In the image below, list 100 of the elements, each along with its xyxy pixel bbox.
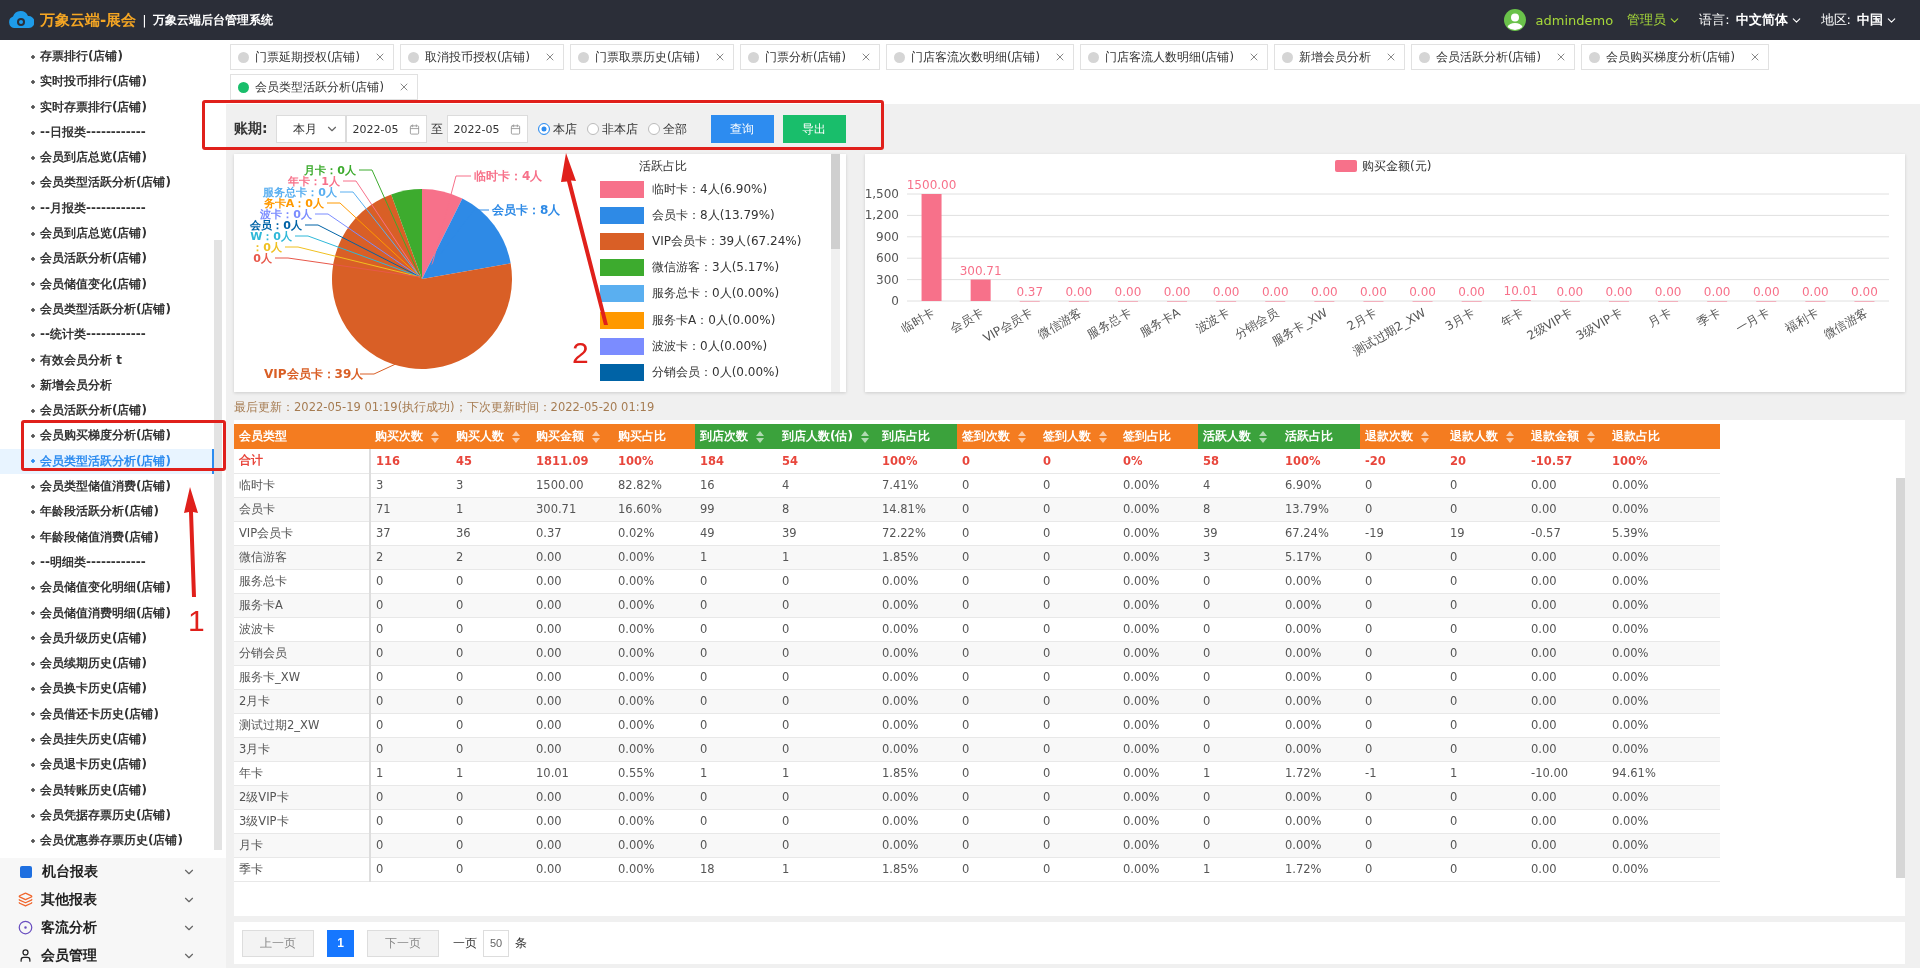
- page-tab[interactable]: 新增会员分析: [1273, 44, 1405, 70]
- legend-label[interactable]: VIP会员卡：39人(67.24%): [652, 232, 802, 250]
- table-cell: 0: [957, 785, 1038, 809]
- sort-icon[interactable]: [756, 430, 764, 443]
- page-tab[interactable]: 门票分析(店铺): [739, 44, 880, 70]
- sort-icon[interactable]: [1506, 430, 1514, 443]
- bar-value-label: 0.00: [1703, 285, 1731, 299]
- date-field[interactable]: 2022-05: [345, 115, 427, 143]
- scrollbar[interactable]: [214, 240, 222, 850]
- table-cell: 1: [451, 497, 531, 521]
- legend-label[interactable]: 服务总卡：0人(0.00%): [652, 285, 780, 303]
- table-cell: 0: [1038, 617, 1118, 641]
- tab-label[interactable]: 门票分析(店铺): [764, 49, 846, 65]
- table-cell: 1: [1198, 761, 1280, 785]
- sort-icon[interactable]: [512, 430, 520, 443]
- scrollbar[interactable]: [831, 154, 840, 392]
- slice-label: 会员：0人: [250, 219, 302, 232]
- table-cell: 0.00%: [1280, 641, 1360, 665]
- table-cell: 0: [451, 785, 531, 809]
- page-tab[interactable]: 门店客流次数明细(店铺): [885, 44, 1074, 70]
- table-cell: 0: [957, 641, 1038, 665]
- page-tab[interactable]: 会员类型活跃分析(店铺): [230, 74, 418, 100]
- sort-icon[interactable]: [431, 430, 439, 443]
- sort-icon[interactable]: [1099, 430, 1107, 443]
- tab-label[interactable]: 门店客流人数明细(店铺): [1104, 49, 1234, 65]
- table-cell: 8: [777, 497, 877, 521]
- sidebar-group[interactable]: 客流分析: [0, 913, 226, 942]
- sidebar-group[interactable]: 其他报表: [0, 885, 226, 914]
- table-cell: 0.00%: [613, 617, 695, 641]
- per-page-field[interactable]: 50: [483, 929, 509, 957]
- scope-radio[interactable]: 非本店: [586, 120, 638, 138]
- slice-label: 波卡：0人: [260, 208, 312, 221]
- tab-label[interactable]: 会员活跃分析(店铺): [1435, 49, 1541, 65]
- tab-label[interactable]: 会员类型活跃分析(店铺): [255, 79, 384, 95]
- page-tab[interactable]: 门票延期授权(店铺): [230, 44, 394, 70]
- tab-label[interactable]: 会员购买梯度分析(店铺): [1605, 49, 1735, 65]
- axis-tick-label: 300: [876, 272, 899, 287]
- scope-radio[interactable]: 本店: [537, 120, 577, 138]
- sort-icon[interactable]: [1421, 430, 1429, 443]
- column-header: 购买占比: [613, 424, 695, 449]
- table-cell: -10.57: [1526, 449, 1607, 473]
- sidebar-group[interactable]: 机台报表: [0, 857, 226, 886]
- legend-label[interactable]: 分销会员：0人(0.00%): [652, 363, 780, 381]
- tab-label[interactable]: 门票取票历史(店铺): [594, 49, 700, 65]
- table-cell: 1: [695, 545, 777, 569]
- tab-label[interactable]: 门票延期授权(店铺): [255, 49, 360, 65]
- scrollbar[interactable]: [1896, 478, 1905, 878]
- sort-icon[interactable]: [1018, 430, 1026, 443]
- radio-icon[interactable]: [586, 123, 599, 135]
- close-icon[interactable]: [398, 81, 410, 93]
- sort-icon[interactable]: [592, 430, 600, 443]
- sidebar-group[interactable]: 会员管理: [0, 941, 226, 968]
- table-cell: 0: [1360, 497, 1445, 521]
- user-name[interactable]: admindemo: [1535, 12, 1614, 28]
- page-tab[interactable]: 会员活跃分析(店铺): [1410, 44, 1575, 70]
- table-cell: 0.00%: [1118, 689, 1198, 713]
- update-note: 最后更新：2022-05-19 01:19(执行成功)；下次更新时间：2022-05-20 01:19: [233, 399, 656, 416]
- avatar-icon[interactable]: [1503, 9, 1526, 31]
- close-icon[interactable]: [374, 51, 386, 63]
- sort-icon[interactable]: [860, 430, 869, 443]
- page-tab[interactable]: 会员购买梯度分析(店铺): [1580, 44, 1769, 70]
- bar-value-label: 0.00: [1556, 285, 1584, 299]
- radio-icon[interactable]: [537, 123, 550, 135]
- page-tab[interactable]: 取消投币授权(店铺): [400, 44, 564, 70]
- legend-label[interactable]: 会员卡：8人(13.79%): [652, 206, 775, 224]
- legend-label[interactable]: 临时卡：4人(6.90%): [652, 180, 768, 198]
- page-tab[interactable]: 门票取票历史(店铺): [569, 44, 734, 70]
- sort-icon[interactable]: [1259, 430, 1267, 443]
- slice-label: 0人: [253, 252, 272, 265]
- table-cell: 0: [695, 785, 777, 809]
- table-cell: 0.02%: [613, 521, 695, 545]
- table-cell: 3: [370, 473, 451, 497]
- language-dropdown[interactable]: 中文简体: [1735, 11, 1803, 29]
- tab-label[interactable]: 新增会员分析: [1298, 49, 1371, 65]
- table-cell: 0: [1445, 569, 1526, 593]
- region-dropdown[interactable]: 中国: [1857, 11, 1898, 29]
- axis-category-label: 月卡: [1645, 305, 1674, 330]
- page-button[interactable]: 1: [327, 929, 354, 957]
- axis-category-label: 一月卡: [1733, 305, 1772, 336]
- scope-radio[interactable]: 全部: [647, 120, 687, 138]
- page-tab[interactable]: 门店客流人数明细(店铺): [1079, 44, 1268, 70]
- period-select[interactable]: 本月: [275, 115, 346, 143]
- legend-label[interactable]: 服务卡A：0人(0.00%): [652, 311, 776, 329]
- table-cell: 0: [777, 593, 877, 617]
- table-cell: 0: [957, 857, 1038, 881]
- tab-label[interactable]: 取消投币授权(店铺): [425, 49, 530, 65]
- table-cell: 100%: [1607, 449, 1720, 473]
- radio-icon[interactable]: [647, 123, 660, 135]
- legend-label[interactable]: 微信游客：3人(5.17%): [652, 259, 780, 277]
- table-cell: 0.00%: [613, 785, 695, 809]
- chart-legend[interactable]: 购买金额(元): [1335, 159, 1432, 173]
- table-cell: 0.00%: [1118, 665, 1198, 689]
- table-cell: 0: [777, 617, 877, 641]
- table-cell: 0: [370, 857, 451, 881]
- tab-label[interactable]: 门店客流次数明细(店铺): [910, 49, 1040, 65]
- legend-label[interactable]: 波波卡：0人(0.00%): [652, 337, 768, 355]
- sort-icon[interactable]: [1587, 430, 1595, 443]
- role-dropdown[interactable]: 管理员: [1627, 11, 1682, 29]
- date-field[interactable]: 2022-05: [446, 115, 528, 143]
- bar-value-label: 0.00: [1261, 285, 1289, 299]
